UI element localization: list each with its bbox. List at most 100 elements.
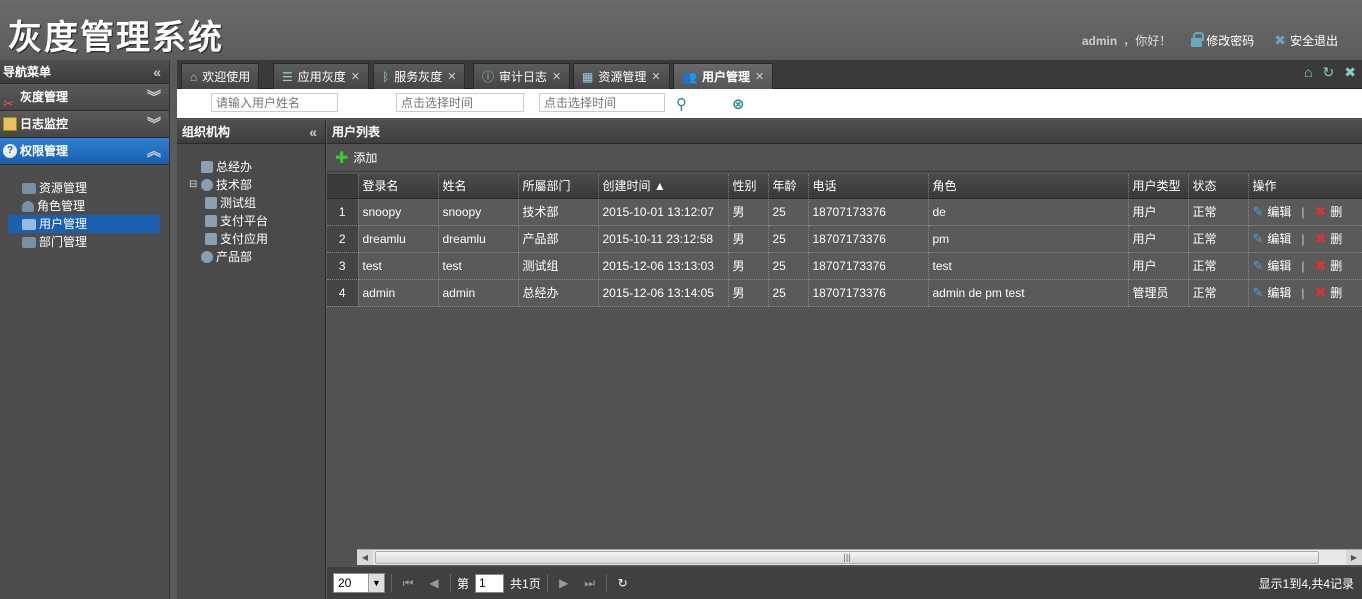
cell-created: 2015-10-01 13:12:07 xyxy=(598,198,729,226)
nav-group-gray[interactable]: ✂ 灰度管理 ︾ xyxy=(0,84,169,111)
nav-items: 资源管理 角色管理 用户管理 部门管理 xyxy=(0,165,169,251)
collapse-icon[interactable]: ⊟ xyxy=(189,176,198,194)
close-icon[interactable]: ✖ xyxy=(1344,64,1356,81)
close-icon[interactable]: ✕ xyxy=(755,65,764,89)
close-icon[interactable]: ✕ xyxy=(351,65,360,89)
edit-button[interactable]: 编辑 xyxy=(1267,203,1291,220)
table-row[interactable]: 3 test test 测试组 2015-12-06 13:13:03 男 25… xyxy=(327,252,1362,280)
add-button[interactable]: 添加 xyxy=(353,149,377,166)
page-size-select[interactable]: 20 ▼ xyxy=(333,573,385,593)
nav-item-label: 用户管理 xyxy=(39,217,88,231)
tools-icon: ✂ xyxy=(3,96,14,111)
delete-button[interactable]: 删 xyxy=(1330,203,1342,220)
delete-button[interactable]: 删 xyxy=(1330,284,1342,301)
user-table: 登录名 姓名 所屬部门 创建时间 ▲ 性别 年龄 电话 角色 用户类型 状态 操… xyxy=(327,174,1362,307)
tree-node[interactable]: 支付应用 xyxy=(189,230,325,248)
tree-node-label: 总经办 xyxy=(216,160,253,174)
tree-node[interactable]: 测试组 xyxy=(189,194,325,212)
tab-resource[interactable]: ▦ 资源管理 ✕ xyxy=(573,63,670,89)
pager: 20 ▼ ⏮ ◀ 第 1 共1页 ▶ ⏭ ↻ 显示1到4,共4记录 xyxy=(327,567,1362,599)
tab-user-manage[interactable]: 👥 用户管理 ✕ xyxy=(673,63,774,89)
home-icon: ⌂ xyxy=(190,69,198,84)
column-header[interactable]: 电话 xyxy=(808,174,929,199)
nav-group-label: 日志监控 xyxy=(20,116,69,131)
github-icon xyxy=(201,179,213,191)
column-header[interactable]: 状态 xyxy=(1188,174,1249,199)
nav-item-dept[interactable]: 部门管理 xyxy=(8,233,160,251)
cell-status: 正常 xyxy=(1188,279,1249,307)
column-header[interactable]: 创建时间 ▲ xyxy=(598,174,729,199)
chevron-down-icon: ︾ xyxy=(147,116,161,132)
end-time-input[interactable] xyxy=(539,93,665,112)
table-row[interactable]: 4 admin admin 总经办 2015-12-06 13:14:05 男 … xyxy=(327,279,1362,307)
row-number: 3 xyxy=(327,252,359,280)
org-tree: 总经办 ⊟ 技术部 测试组 支付平台 支付应用 产品部 xyxy=(177,144,325,266)
column-header[interactable]: 用户类型 xyxy=(1128,174,1189,199)
table-row[interactable]: 1 snoopy snoopy 技术部 2015-10-01 13:12:07 … xyxy=(327,198,1362,226)
column-header[interactable]: 年龄 xyxy=(768,174,809,199)
close-icon[interactable]: ✕ xyxy=(552,65,561,89)
scroll-right-icon[interactable]: ▶ xyxy=(1346,550,1362,565)
user-list-title: 用户列表 xyxy=(327,120,1362,144)
delete-button[interactable]: 删 xyxy=(1330,257,1342,274)
scroll-left-icon[interactable]: ◀ xyxy=(357,550,373,565)
user-name-search-input[interactable] xyxy=(211,93,338,112)
edit-button[interactable]: 编辑 xyxy=(1267,230,1291,247)
delete-button[interactable]: 删 xyxy=(1330,230,1342,247)
nav-menu: 导航菜单 « ✂ 灰度管理 ︾ 日志监控 ︾ ? 权限管理 ︽ 资源管理 角色管… xyxy=(0,60,170,599)
close-icon[interactable]: ✕ xyxy=(651,65,660,89)
first-page-icon[interactable]: ⏮ xyxy=(398,576,418,591)
page-number-input[interactable]: 1 xyxy=(475,573,505,593)
cell-name: snoopy xyxy=(438,198,519,226)
column-header[interactable]: 性别 xyxy=(728,174,769,199)
tree-node[interactable]: 支付平台 xyxy=(189,212,325,230)
horizontal-scrollbar[interactable]: ◀ ||| ▶ xyxy=(357,549,1362,565)
cell-sex: 男 xyxy=(728,252,769,280)
cell-created: 2015-12-06 13:13:03 xyxy=(598,252,729,280)
nav-item-user[interactable]: 用户管理 xyxy=(8,215,160,233)
edit-button[interactable]: 编辑 xyxy=(1267,257,1291,274)
column-header[interactable]: 姓名 xyxy=(438,174,519,199)
prev-page-icon[interactable]: ◀ xyxy=(424,576,444,590)
refresh-icon[interactable]: ↻ xyxy=(1323,64,1335,81)
last-page-icon[interactable]: ⏭ xyxy=(580,576,600,591)
collapse-panel-icon[interactable]: « xyxy=(309,120,317,144)
home-icon[interactable]: ⌂ xyxy=(1304,64,1312,81)
row-number: 4 xyxy=(327,279,359,307)
start-time-input[interactable] xyxy=(396,93,524,112)
table-icon xyxy=(3,117,17,131)
edit-button[interactable]: 编辑 xyxy=(1267,284,1291,301)
collapse-nav-icon[interactable]: « xyxy=(153,60,161,84)
cell-dept: 技术部 xyxy=(518,198,599,226)
cell-sex: 男 xyxy=(728,279,769,307)
tab-app-gray[interactable]: ☰ 应用灰度 ✕ xyxy=(273,63,369,89)
nav-group-permission[interactable]: ? 权限管理 ︽ xyxy=(0,138,169,165)
nav-item-resource[interactable]: 资源管理 xyxy=(8,179,160,197)
tab-audit-log[interactable]: ⓘ 审计日志 ✕ xyxy=(473,63,571,89)
table-row[interactable]: 2 dreamlu dreamlu 产品部 2015-10-11 23:12:5… xyxy=(327,225,1362,253)
scroll-thumb[interactable]: ||| xyxy=(375,551,1319,564)
nav-item-role[interactable]: 角色管理 xyxy=(8,197,160,215)
tree-node[interactable]: 产品部 xyxy=(189,248,325,266)
tree-node[interactable]: ⊟ 技术部 xyxy=(189,176,325,194)
row-number: 1 xyxy=(327,198,359,226)
tab-service-gray[interactable]: ᛒ 服务灰度 ✕ xyxy=(373,63,466,89)
refresh-icon[interactable]: ↻ xyxy=(613,576,633,590)
tab-welcome[interactable]: ⌂ 欢迎使用 xyxy=(181,63,260,89)
tab-label: 应用灰度 xyxy=(297,69,346,84)
clear-icon[interactable]: ⊗ xyxy=(732,95,745,113)
column-header[interactable]: 所屬部门 xyxy=(518,174,599,199)
column-header: 操作 xyxy=(1248,174,1362,199)
next-page-icon[interactable]: ▶ xyxy=(554,576,574,590)
column-header[interactable]: 角色 xyxy=(928,174,1129,199)
search-icon[interactable]: ⚲ xyxy=(676,95,687,113)
cell-status: 正常 xyxy=(1188,198,1249,226)
tree-node-label: 产品部 xyxy=(216,250,253,264)
nav-group-log[interactable]: 日志监控 ︾ xyxy=(0,111,169,138)
change-password-link[interactable]: 修改密码 xyxy=(1191,32,1254,49)
column-header[interactable]: 登录名 xyxy=(358,174,439,199)
logout-link[interactable]: ✖ 安全退出 xyxy=(1274,32,1338,49)
tree-node[interactable]: 总经办 xyxy=(189,158,325,176)
close-icon[interactable]: ✕ xyxy=(447,65,456,89)
tree-node-label: 支付平台 xyxy=(220,214,269,228)
